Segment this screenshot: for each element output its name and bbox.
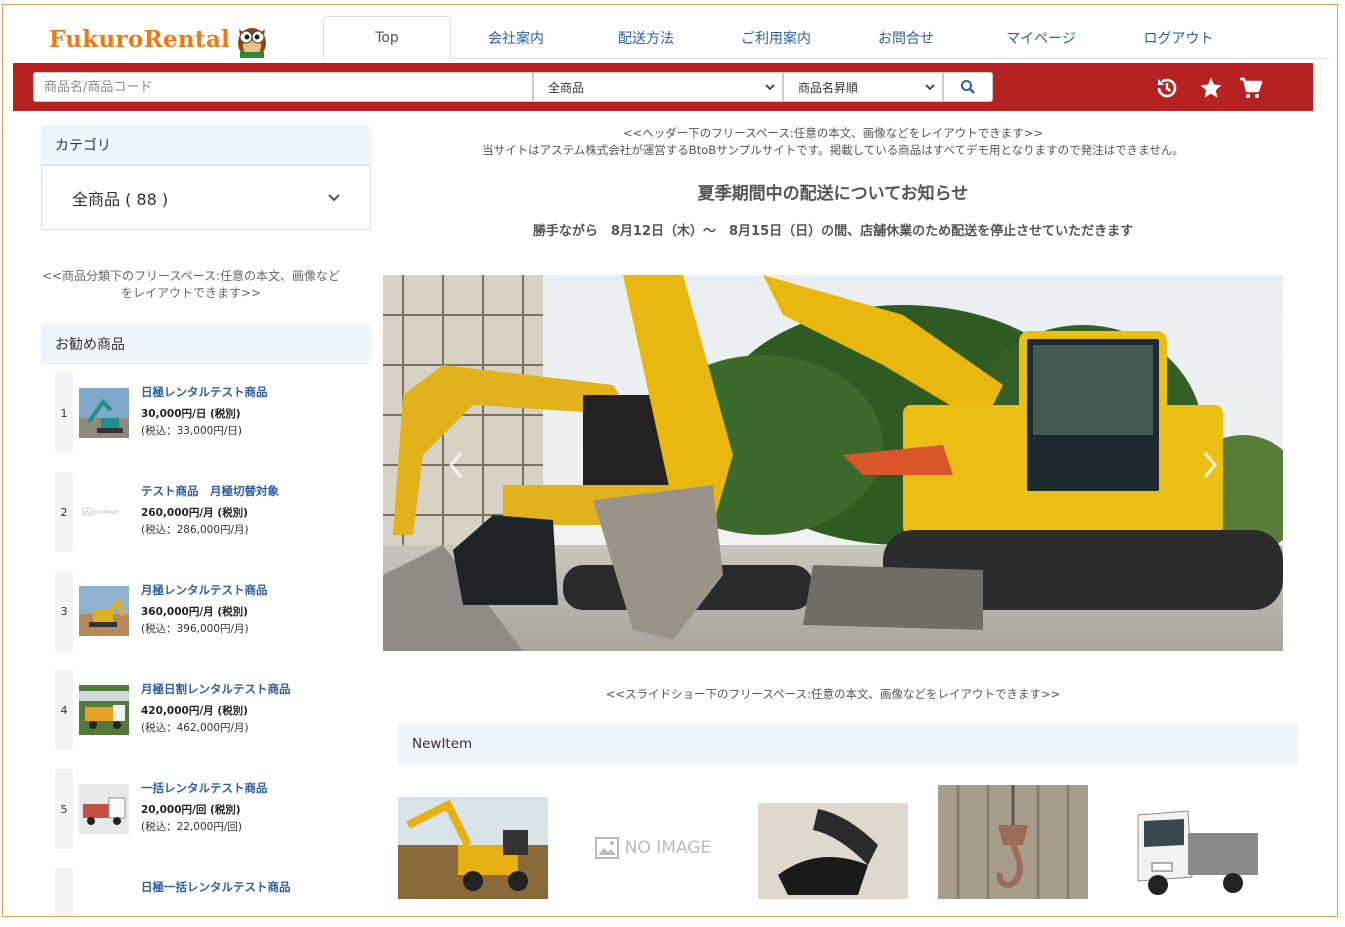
list-item[interactable]: 1 日極レンタルテスト商品 30,000円/日 (税別) (税込：33,000円… xyxy=(55,373,345,453)
list-item[interactable]: 日極一括レンタルテスト商品 xyxy=(55,868,345,916)
category-header: カテゴリ xyxy=(41,125,371,165)
product-name-link[interactable]: テスト商品 月極切替対象 xyxy=(141,483,279,499)
sort-select[interactable]: 商品名昇順 xyxy=(783,72,943,102)
product-price: 20,000円/回 (税別) xyxy=(141,804,241,816)
list-item[interactable]: 4 月極日割レンタルテスト商品 420,000円/月 (税別) (税込：462,… xyxy=(55,670,345,750)
product-tax-price: (税込：22,000円/回) xyxy=(141,821,242,833)
rank-number: 1 xyxy=(55,373,73,453)
sort-select-value: 商品名昇順 xyxy=(798,80,859,95)
notice-title: 夏季期間中の配送についてお知らせ xyxy=(697,184,969,204)
excavator-image xyxy=(383,275,1283,651)
tab-delivery[interactable]: 配送方法 xyxy=(581,16,711,59)
page-frame: FukuroRental Top 会社案内 配送方法 ご利用案内 お問合せ マイ… xyxy=(2,4,1338,917)
owl-mascot-icon xyxy=(238,28,267,58)
product-price: 260,000円/月 (税別) xyxy=(141,507,248,519)
newitem-header: NewItem xyxy=(398,724,1298,764)
list-item[interactable]: 2 NO IMAGE テスト商品 月極切替対象 260,000円/月 (税別) … xyxy=(55,472,345,552)
main-nav: Top 会社案内 配送方法 ご利用案内 お問合せ マイページ ログアウト xyxy=(323,16,1329,60)
newitem-thumbnail[interactable] xyxy=(938,785,1088,910)
product-name-link[interactable]: 日極レンタルテスト商品 xyxy=(141,384,268,400)
search-button[interactable] xyxy=(943,72,993,102)
sidebar-free-space: <<商品分類下のフリースペース:任意の本文、画像など をレイアウトできます>> xyxy=(41,269,341,300)
free-space-line-2: 当サイトはアステム株式会社が運営するBtoBサンプルサイトです。掲載している商品… xyxy=(482,143,1184,157)
search-bar: 全商品 商品名昇順 xyxy=(13,63,1313,111)
product-price: 360,000円/月 (税別) xyxy=(141,606,248,618)
category-select-value: 全商品 xyxy=(548,80,585,95)
product-thumbnail[interactable] xyxy=(79,388,129,438)
chevron-down-icon[interactable] xyxy=(326,190,342,206)
product-tax-price: (税込：33,000円/日) xyxy=(141,425,242,437)
product-price: 420,000円/月 (税別) xyxy=(141,705,248,717)
product-name-link[interactable]: 日極一括レンタルテスト商品 xyxy=(141,879,291,895)
site-logo[interactable]: FukuroRental xyxy=(49,19,272,59)
product-name-link[interactable]: 一括レンタルテスト商品 xyxy=(141,780,268,796)
list-item[interactable]: 3 月極レンタルテスト商品 360,000円/月 (税別) (税込：396,00… xyxy=(55,571,345,651)
tab-top[interactable]: Top xyxy=(323,16,451,60)
rank-number xyxy=(55,868,73,916)
header-free-space: <<ヘッダー下のフリースペース:任意の本文、画像などをレイアウトできます>> 当… xyxy=(383,125,1283,159)
svg-text:NO IMAGE: NO IMAGE xyxy=(93,510,118,516)
tab-contact[interactable]: お問合せ xyxy=(841,16,971,59)
product-name-link[interactable]: 月極日割レンタルテスト商品 xyxy=(141,681,291,697)
tab-guide[interactable]: ご利用案内 xyxy=(711,16,841,59)
product-price: 30,000円/日 (税別) xyxy=(141,408,241,420)
tab-logout[interactable]: ログアウト xyxy=(1111,16,1246,59)
product-thumbnail[interactable] xyxy=(79,784,129,834)
no-image-label: NO IMAGE xyxy=(624,837,712,858)
category-all-item[interactable]: 全商品 ( 88 ) xyxy=(41,165,371,230)
product-tax-price: (税込：396,000円/月) xyxy=(141,623,249,635)
cart-icon[interactable] xyxy=(1239,76,1263,100)
free-space-line-1: <<ヘッダー下のフリースペース:任意の本文、画像などをレイアウトできます>> xyxy=(623,126,1043,140)
product-thumbnail[interactable]: NO IMAGE xyxy=(79,487,129,537)
logo-text: FukuroRental xyxy=(49,25,231,53)
newitem-thumbnail[interactable] xyxy=(398,785,548,910)
newitem-thumbnail[interactable]: NO IMAGE xyxy=(578,785,728,910)
product-tax-price: (税込：286,000円/月) xyxy=(141,524,249,536)
category-all-label: 全商品 ( 88 ) xyxy=(72,189,169,209)
rank-number: 2 xyxy=(55,472,73,552)
slideshow-free-space: <<スライドショー下のフリースペース:任意の本文、画像などをレイアウトできます>… xyxy=(605,687,1061,701)
product-thumbnail[interactable] xyxy=(79,586,129,636)
newitem-thumbnail[interactable] xyxy=(1118,785,1268,910)
hero-slideshow[interactable] xyxy=(383,275,1283,651)
search-input[interactable] xyxy=(33,72,533,102)
search-icon xyxy=(961,80,975,94)
product-thumbnail[interactable] xyxy=(79,685,129,735)
newitem-thumbnail[interactable] xyxy=(758,785,908,910)
list-item[interactable]: 5 一括レンタルテスト商品 20,000円/回 (税別) (税込：22,000円… xyxy=(55,769,345,849)
tab-mypage[interactable]: マイページ xyxy=(971,16,1111,59)
product-name-link[interactable]: 月極レンタルテスト商品 xyxy=(141,582,268,598)
category-select[interactable]: 全商品 xyxy=(533,72,783,102)
rank-number: 4 xyxy=(55,670,73,750)
tab-company[interactable]: 会社案内 xyxy=(451,16,581,59)
product-tax-price: (税込：462,000円/月) xyxy=(141,722,249,734)
chevron-down-icon xyxy=(925,84,935,91)
notice-body: 勝手ながら 8月12日（木）～ 8月15日（日）の間、店舗休業のため配送を停止さ… xyxy=(532,224,1134,239)
chevron-down-icon xyxy=(765,84,775,91)
recommend-header: お勧め商品 xyxy=(41,324,371,364)
history-icon[interactable] xyxy=(1155,76,1179,100)
rank-number: 3 xyxy=(55,571,73,651)
star-icon[interactable] xyxy=(1199,76,1223,100)
rank-number: 5 xyxy=(55,769,73,849)
image-placeholder-icon xyxy=(594,836,619,859)
